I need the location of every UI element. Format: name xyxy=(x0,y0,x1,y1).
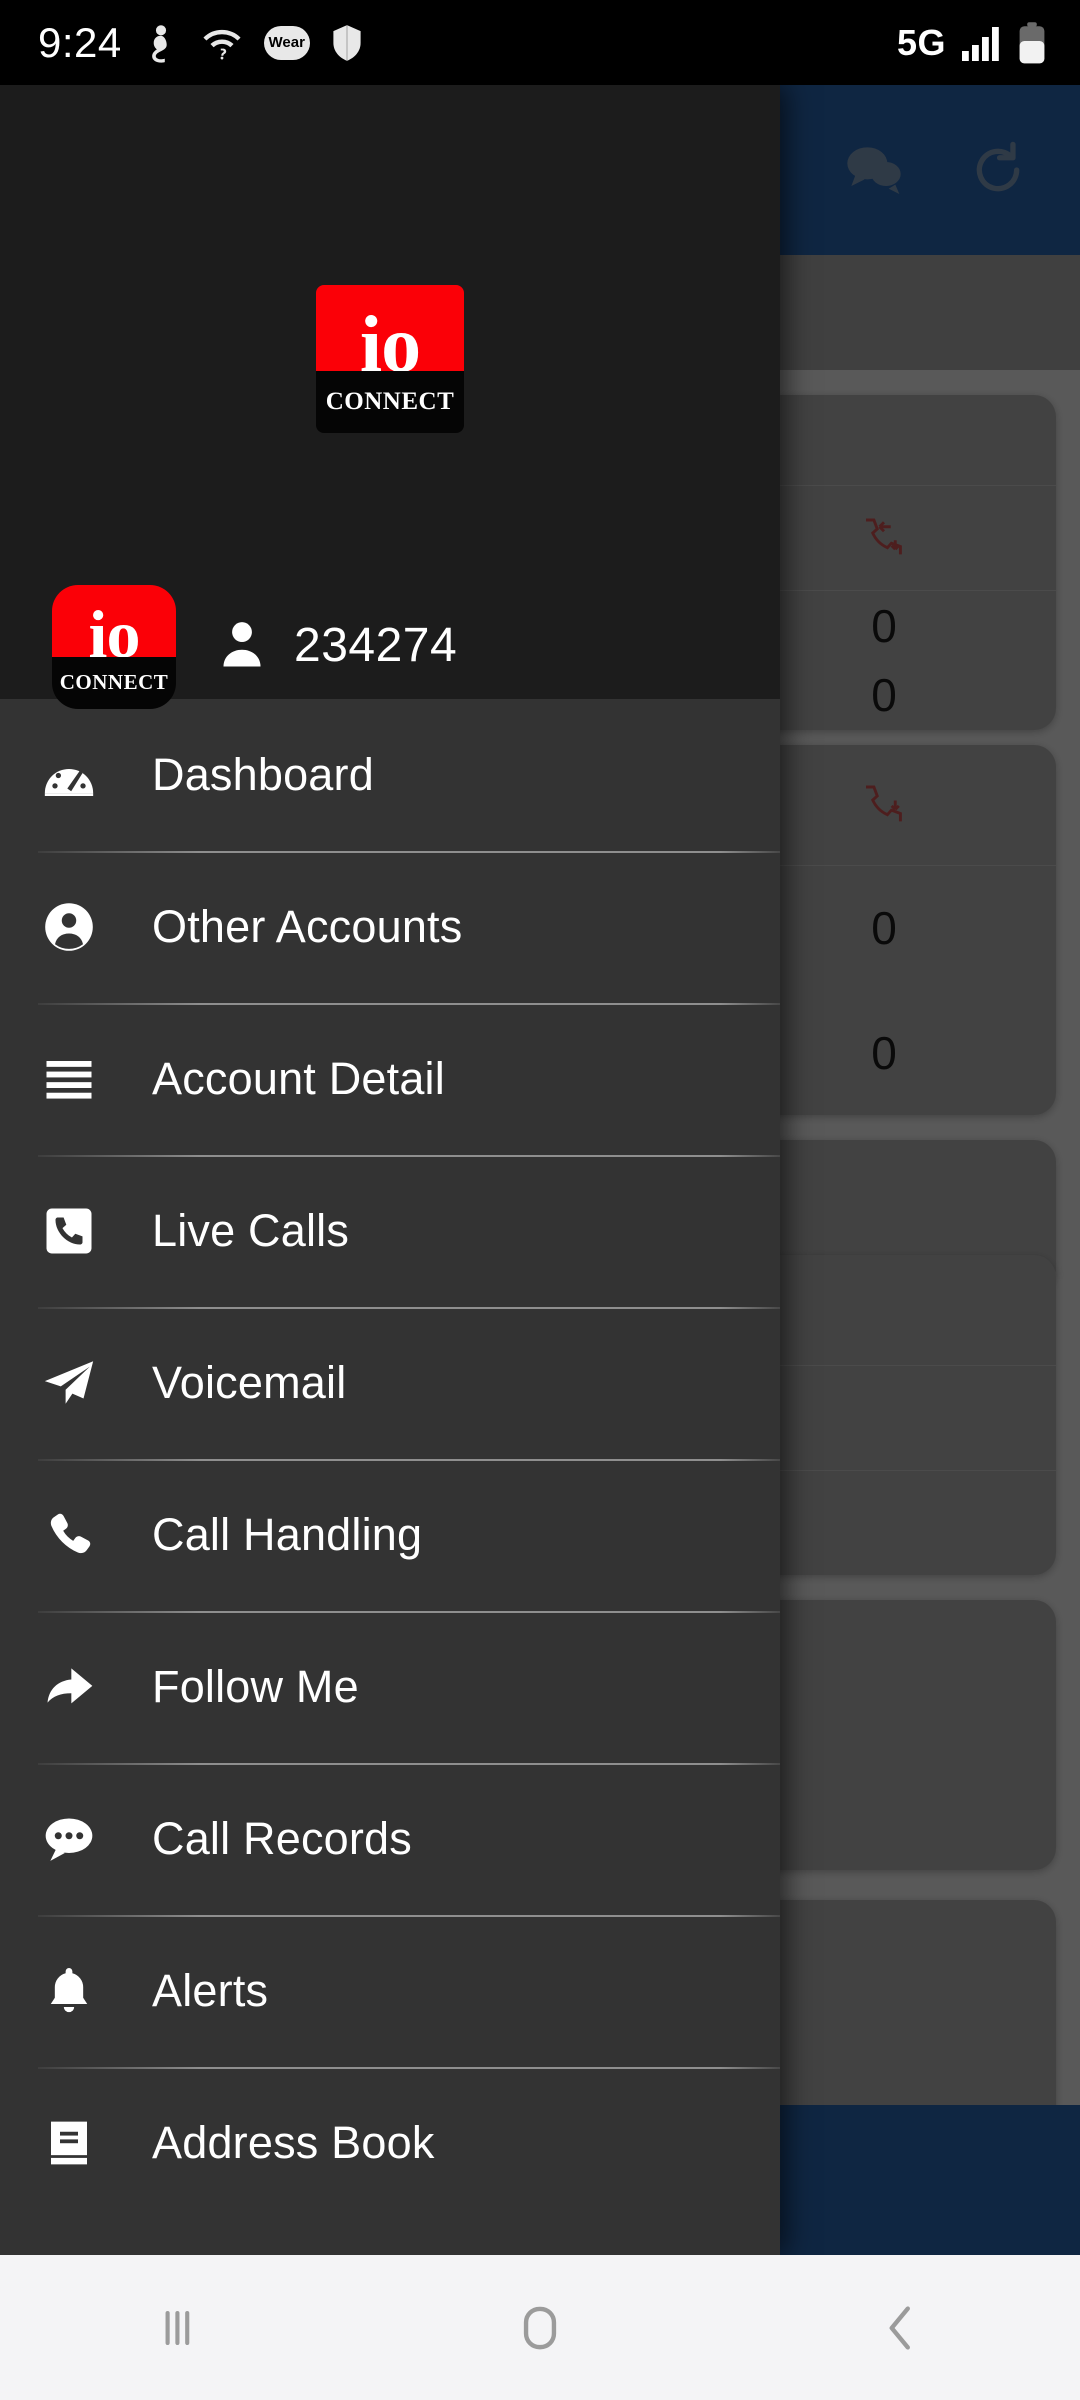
back-button[interactable] xyxy=(720,2297,1080,2359)
menu-item-label: Dashboard xyxy=(152,749,374,800)
app-logo-large: io CONNECT xyxy=(316,285,464,433)
book-icon xyxy=(38,2115,100,2171)
menu-item-live-calls[interactable]: Live Calls xyxy=(0,1155,780,1307)
account-number: 234274 xyxy=(294,618,458,672)
menu-item-voicemail[interactable]: Voicemail xyxy=(0,1307,780,1459)
menu-item-call-handling[interactable]: Call Handling xyxy=(0,1459,780,1611)
menu-item-other-accounts[interactable]: Other Accounts xyxy=(0,851,780,1003)
menu-item-label: Call Handling xyxy=(152,1509,423,1560)
person-circle-icon xyxy=(38,899,100,955)
status-bar: 9:24 Wear 5G xyxy=(0,0,1080,85)
menu-item-dashboard[interactable]: Dashboard xyxy=(0,699,780,851)
menu-item-label: Follow Me xyxy=(152,1661,359,1712)
logo-connect-text: CONNECT xyxy=(59,670,169,695)
do-not-disturb-icon xyxy=(151,24,167,63)
status-bar-right: 5G xyxy=(897,21,1046,65)
logo-io-text: io xyxy=(359,301,421,390)
android-nav-bar xyxy=(0,2255,1080,2400)
back-chevron-icon xyxy=(889,2305,910,2350)
menu-item-label: Voicemail xyxy=(152,1357,347,1408)
menu-item-label: Account Detail xyxy=(152,1053,445,1104)
menu-item-label: Alerts xyxy=(152,1965,269,2016)
list-bars-icon xyxy=(38,1052,100,1106)
menu-item-label: Live Calls xyxy=(152,1205,350,1256)
menu-item-account-detail[interactable]: Account Detail xyxy=(0,1003,780,1155)
battery-icon xyxy=(1019,21,1045,63)
wifi-question-icon xyxy=(203,29,241,59)
drawer-header: io CONNECT io CONNECT 234274 xyxy=(0,85,780,709)
home-icon xyxy=(523,2306,557,2349)
menu-item-call-records[interactable]: Call Records xyxy=(0,1763,780,1915)
person-icon xyxy=(223,622,261,667)
menu-item-follow-me[interactable]: Follow Me xyxy=(0,1611,780,1763)
menu-item-label: Call Records xyxy=(152,1813,412,1864)
status-time: 9:24 xyxy=(38,18,122,66)
phone-screen: 3407794 xyxy=(0,0,1080,2400)
wear-badge: Wear xyxy=(263,25,310,60)
shield-icon xyxy=(333,24,361,61)
drawer-menu: Dashboard Other Accounts Account Detail … xyxy=(0,699,780,2255)
phone-handset-icon xyxy=(38,1507,100,1563)
menu-item-label: Other Accounts xyxy=(152,901,463,952)
account-row[interactable]: 234274 xyxy=(216,617,457,673)
recent-apps-button[interactable] xyxy=(0,2297,360,2359)
logo-io-text: io xyxy=(88,596,141,673)
signal-bars-icon xyxy=(962,26,999,61)
phone-square-icon xyxy=(38,1204,100,1258)
speedometer-icon xyxy=(38,746,100,804)
network-type: 5G xyxy=(896,21,946,63)
share-arrow-icon xyxy=(38,1659,100,1715)
chat-dots-icon xyxy=(38,1811,100,1867)
app-logo-small: io CONNECT xyxy=(52,585,176,709)
recents-icon xyxy=(165,2310,190,2345)
status-bar-left: 9:24 Wear xyxy=(38,19,364,67)
navigation-drawer: io CONNECT io CONNECT 234274 Dashboard O… xyxy=(0,85,780,2255)
menu-item-address-book[interactable]: Address Book xyxy=(0,2067,780,2219)
bell-icon xyxy=(38,1963,100,2019)
home-button[interactable] xyxy=(360,2297,720,2359)
paper-plane-icon xyxy=(38,1354,100,1412)
logo-connect-text: CONNECT xyxy=(325,387,455,415)
menu-item-label: Address Book xyxy=(152,2117,435,2168)
menu-item-alerts[interactable]: Alerts xyxy=(0,1915,780,2067)
